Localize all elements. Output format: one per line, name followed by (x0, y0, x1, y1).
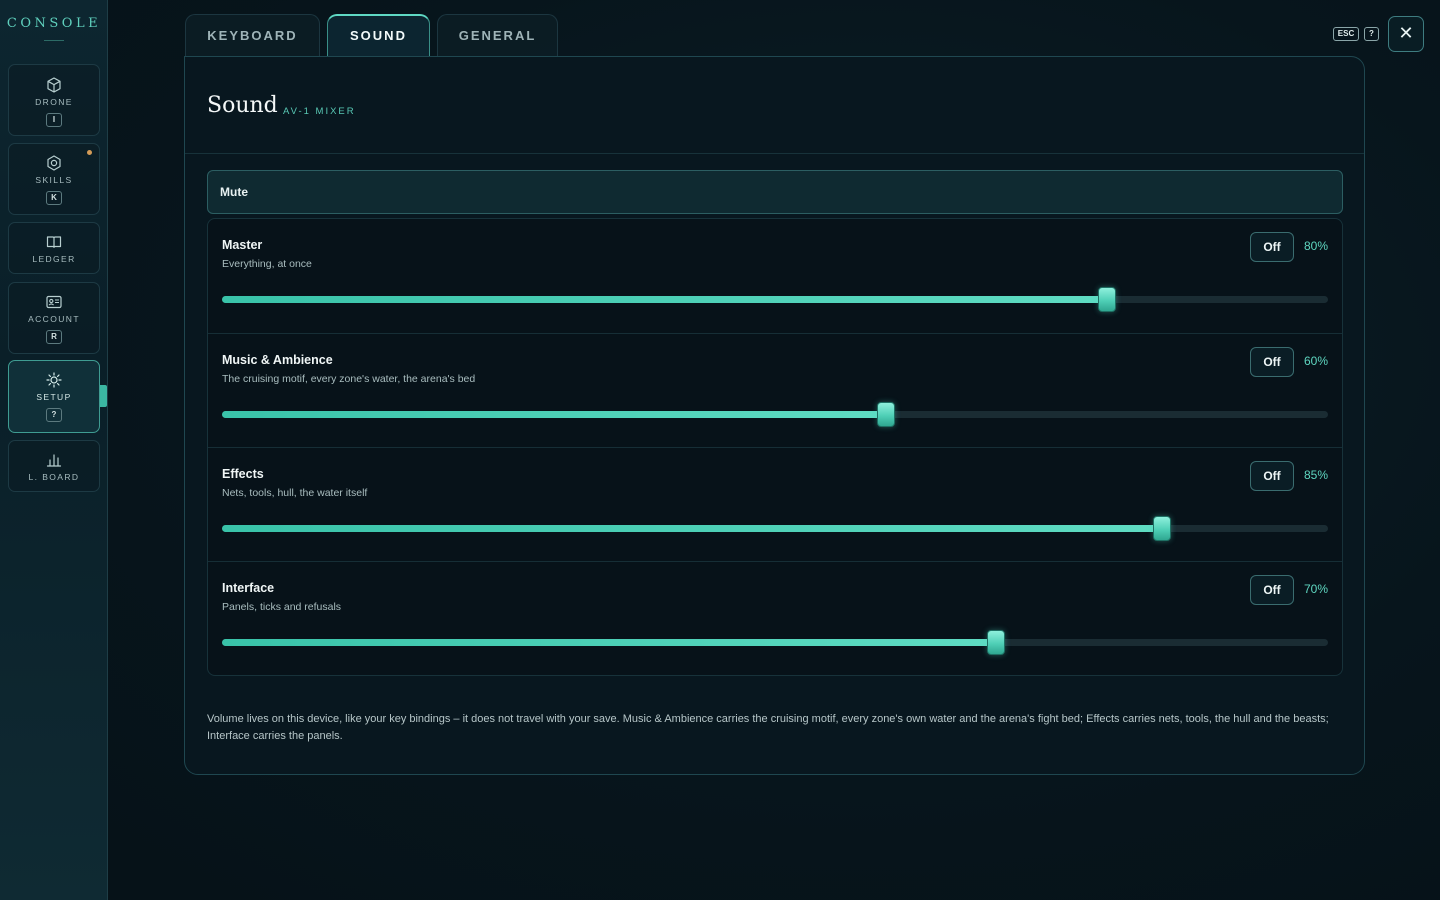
channel-percent: 80% (1303, 239, 1328, 253)
channel-description: Everything, at once (222, 258, 312, 270)
channel-description: Nets, tools, hull, the water itself (222, 487, 368, 499)
shortcut-key: I (46, 113, 62, 127)
sidebar-item-label: SKILLS (35, 175, 73, 185)
sidebar-item-label: DRONE (35, 97, 73, 107)
channel-description: Panels, ticks and refusals (222, 601, 342, 613)
channel-description: The cruising motif, every zone's water, … (222, 373, 476, 385)
shortcut-key: R (46, 330, 62, 344)
slider-thumb[interactable] (876, 402, 895, 427)
esc-key-hint: ESC (1333, 27, 1359, 41)
channel-name: Interface (222, 581, 275, 595)
shortcut-key: ? (46, 408, 62, 422)
footnote-text: Volume lives on this device, like your k… (207, 713, 1329, 742)
volume-slider[interactable] (222, 516, 1328, 541)
close-icon: ✕ (1398, 23, 1414, 43)
channel-interface: Interface Panels, ticks and refusals Off… (208, 561, 1342, 675)
slider-fill (222, 296, 1107, 303)
channel-music-ambience: Music & Ambience The cruising motif, eve… (208, 333, 1342, 447)
sound-panel: Sound AV-1 MIXER Mute Master Everything,… (184, 56, 1365, 775)
sidebar-item-label: LEDGER (32, 254, 76, 264)
sun-gear-icon (46, 372, 62, 388)
channel-name: Master (222, 238, 263, 252)
tab-general[interactable]: GENERAL (437, 14, 558, 56)
slider-fill (222, 639, 997, 646)
bar-chart-icon (46, 454, 62, 467)
brand-logo: CONSOLE (6, 16, 102, 31)
tab-keyboard[interactable]: KEYBOARD (185, 14, 320, 56)
slider-fill (222, 411, 886, 418)
active-nav-marker (100, 385, 107, 407)
hexagon-icon (47, 155, 61, 171)
channel-off-button[interactable]: Off (1250, 575, 1294, 605)
channel-master: Master Everything, at once Off 80% (208, 219, 1342, 333)
brand-divider (44, 40, 64, 41)
shortcut-key: K (46, 191, 62, 205)
page-title: Sound (207, 93, 278, 118)
mute-toggle[interactable]: Mute (207, 170, 1343, 214)
channel-percent: 70% (1303, 582, 1328, 596)
channel-effects: Effects Nets, tools, hull, the water its… (208, 447, 1342, 561)
sidebar-item-account[interactable]: ACCOUNT R (8, 282, 100, 354)
channel-percent: 60% (1303, 354, 1328, 368)
sidebar-item-leaderboard[interactable]: L. BOARD (8, 440, 100, 492)
cube-icon (47, 77, 61, 93)
close-button[interactable]: ✕ (1388, 16, 1424, 52)
slider-thumb[interactable] (1097, 287, 1116, 312)
slider-thumb[interactable] (987, 630, 1006, 655)
channel-off-button[interactable]: Off (1250, 347, 1294, 377)
tab-sound[interactable]: SOUND (327, 14, 430, 56)
page-subtitle: AV-1 MIXER (283, 106, 356, 117)
book-icon (46, 236, 62, 248)
help-key-hint: ? (1364, 27, 1379, 41)
panel-header: Sound AV-1 MIXER (185, 57, 1364, 154)
channel-off-button[interactable]: Off (1250, 232, 1294, 262)
id-card-icon (46, 295, 62, 309)
sidebar-item-drone[interactable]: DRONE I (8, 64, 100, 136)
channel-name: Effects (222, 467, 264, 481)
channel-off-button[interactable]: Off (1250, 461, 1294, 491)
sidebar-item-ledger[interactable]: LEDGER (8, 222, 100, 274)
slider-thumb[interactable] (1153, 516, 1172, 541)
sidebar-item-label: L. BOARD (28, 472, 80, 482)
volume-slider[interactable] (222, 402, 1328, 427)
sidebar-item-label: ACCOUNT (28, 314, 80, 324)
notification-dot (87, 150, 92, 155)
volume-slider[interactable] (222, 630, 1328, 655)
sidebar-item-label: SETUP (36, 392, 72, 402)
sidebar-item-skills[interactable]: SKILLS K (8, 143, 100, 215)
channel-percent: 85% (1303, 468, 1328, 482)
sidebar: CONSOLE DRONE I SKILLS K LEDGER ACCOUNT (0, 0, 108, 900)
volume-slider[interactable] (222, 287, 1328, 312)
sidebar-item-setup[interactable]: SETUP ? (8, 360, 100, 433)
channel-name: Music & Ambience (222, 353, 333, 367)
channel-list: Master Everything, at once Off 80% Music… (207, 218, 1343, 676)
slider-fill (222, 525, 1163, 532)
